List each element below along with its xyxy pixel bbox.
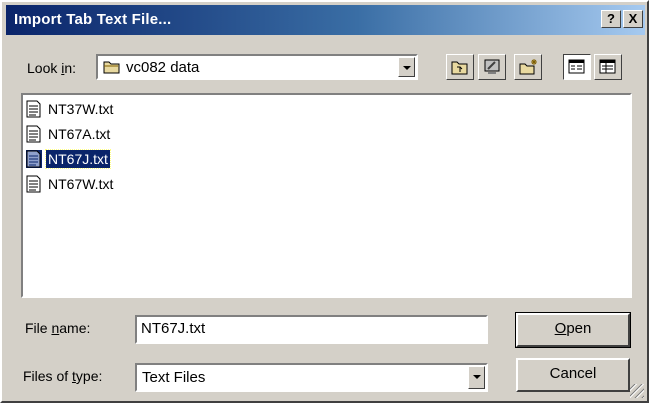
file-name-field[interactable]: NT67J.txt [135, 315, 488, 344]
file-type-label-part: Files of [23, 368, 73, 384]
new-folder-icon [519, 59, 537, 75]
file-name-label: File name: [25, 320, 90, 336]
details-view-button[interactable] [594, 54, 622, 80]
list-item-selected[interactable]: NT67J.txt [26, 148, 111, 170]
file-name-label-part: File [25, 320, 52, 336]
resize-grip-icon[interactable] [630, 384, 644, 398]
file-name: NT37W.txt [48, 101, 114, 117]
file-name: NT67W.txt [48, 176, 114, 192]
file-type-value: Text Files [142, 369, 206, 386]
details-view-icon [599, 59, 616, 74]
close-button[interactable]: X [623, 10, 643, 28]
help-button[interactable]: ? [601, 10, 621, 28]
text-file-icon [26, 125, 41, 143]
look-in-dropdown[interactable]: vc082 data [96, 54, 418, 80]
list-view-icon [568, 59, 585, 74]
desktop-button[interactable] [478, 54, 506, 80]
file-name-label-part: ame: [59, 320, 91, 336]
window-title: Import Tab Text File... [14, 11, 172, 28]
title-bar[interactable]: Import Tab Text File... ? X [6, 5, 645, 35]
file-name: NT67A.txt [48, 126, 111, 142]
text-file-icon [26, 175, 41, 193]
open-button[interactable]: Open [515, 312, 631, 348]
desktop-icon [484, 59, 500, 74]
look-in-label-part: Look [27, 60, 62, 76]
list-item[interactable]: NT67W.txt [26, 173, 115, 195]
file-name: NT67J.txt [45, 149, 111, 169]
text-file-icon [26, 100, 41, 118]
file-type-label-part: ype: [75, 368, 103, 384]
file-type-dropdown[interactable]: Text Files [135, 363, 488, 392]
cancel-button[interactable]: Cancel [516, 358, 630, 392]
import-dialog: Import Tab Text File... ? X Look in: vc0… [0, 0, 649, 403]
list-view-button[interactable] [563, 54, 591, 80]
up-folder-button[interactable] [446, 54, 474, 80]
file-list[interactable]: NT37W.txt NT67A.txt NT67J.txt NT67W.txt [21, 93, 632, 298]
open-button-key: O [554, 320, 567, 337]
new-folder-button[interactable] [514, 54, 542, 80]
open-button-label: pen [566, 320, 592, 337]
look-in-label-part: n: [64, 60, 77, 76]
chevron-down-icon[interactable] [468, 366, 485, 389]
look-in-value: vc082 data [126, 59, 200, 76]
list-item[interactable]: NT37W.txt [26, 98, 115, 120]
chevron-down-icon[interactable] [398, 57, 415, 77]
folder-icon [103, 61, 120, 74]
list-item[interactable]: NT67A.txt [26, 123, 112, 145]
up-folder-icon [451, 61, 468, 75]
file-type-label: Files of type: [23, 368, 102, 384]
look-in-label: Look in: [27, 60, 76, 76]
text-file-icon [26, 150, 42, 168]
